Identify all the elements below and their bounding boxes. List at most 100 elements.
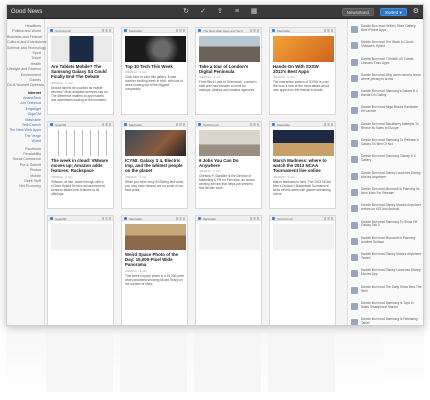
card-source[interactable]: Mashable [129,123,142,127]
card-thumbnail[interactable] [125,36,186,62]
article-card[interactable]: The Next Web Apps and Tech Take a tour of… [195,27,262,115]
article-card[interactable]: Mashable March Madness: where to watch th… [269,121,336,209]
source-icon [198,123,201,126]
card-source[interactable]: The Next Web Apps and Tech [203,29,243,33]
card-thumbnail[interactable] [51,224,112,250]
article-card[interactable]: TechCrunch [269,215,336,325]
card-source[interactable]: TechCrunch [55,29,71,33]
sidebar-item[interactable]: Do-It-Yourself Opinions [7,83,44,88]
card-thumbnail[interactable] [125,224,186,250]
activity-item[interactable]: Davide Bon read Disney Movies Anywhere a… [348,203,423,220]
card-title[interactable]: ICYMI: Galaxy S 4, Electric Imp, and the… [125,158,184,174]
share-icon[interactable]: ⇪ [216,8,224,16]
card-title[interactable]: Hands-On With SXSW 2013's Best Apps [273,64,332,74]
card-source[interactable]: Mashable [129,29,142,33]
card-title[interactable]: Take a tour of London's Digital Peninsul… [199,64,258,74]
activity-item[interactable]: Davide Bon read Hellie's Store Gallery: … [348,24,423,41]
card-thumbnail[interactable] [273,130,334,156]
card-action-icons[interactable] [102,217,111,220]
sidebar-item[interactable]: Lifestyle and Fashion [7,67,44,72]
activity-item[interactable]: Davide Bon read Ninja Blocks Hardware Ki… [348,105,423,122]
card-header: GigaOM [48,216,113,221]
activity-item[interactable]: Davide Bon read Microsoft Is Planning An… [348,236,423,253]
card-thumbnail[interactable] [273,36,334,62]
article-card[interactable]: Mashable Top 10 Tech This Week 4/9/2013 · … [121,27,188,115]
card-thumbnail[interactable] [51,130,112,156]
card-source[interactable]: GigaOM [55,123,66,127]
article-card[interactable]: Mashable ICYMI: Galaxy S 4, Electric Imp,… [121,121,188,209]
article-card[interactable]: TechCrunch Are Tablets Mobile? The Samsun… [47,27,114,115]
card-action-icons[interactable] [176,217,185,220]
gear-icon[interactable]: ⚙ [413,8,419,16]
card-title[interactable]: Top 10 Tech This Week [125,64,184,69]
card-action-icons[interactable] [102,123,111,126]
card-source[interactable]: TechCrunch [203,123,219,127]
card-action-icons[interactable] [250,123,259,126]
card-thumbnail[interactable] [199,224,260,250]
source-icon [50,123,53,126]
card-action-icons[interactable] [324,29,333,32]
article-card[interactable]: GigaOM [47,215,114,325]
avatar [351,286,358,294]
card-meta: 4/9/2013 · 2 min [51,80,73,85]
activity-item[interactable]: Davide Bon read The Daily Show Bets The … [348,285,423,302]
sidebar-item[interactable]: Cultural and Entertainment [7,40,50,45]
activity-item[interactable]: Davide Bon read Samsung To Show Off Gala… [348,220,423,237]
avatar [351,237,358,245]
sidebar-item[interactable]: Politics and World [7,29,44,34]
card-action-icons[interactable] [250,217,259,220]
card-source[interactable]: Mashable [277,123,290,127]
card-title[interactable]: Weird Space Photo of the Day: 15,000-Pix… [125,252,184,268]
grid-view-icon[interactable]: ▦ [250,8,258,16]
card-action-icons[interactable] [324,217,333,220]
activity-item[interactable]: Davide Bon read The Week in Cloud: VMwar… [348,40,423,57]
activity-item[interactable]: Davide Bon read Disney Launches Disney M… [348,171,423,188]
activity-item[interactable]: Davide Bon read Samsung Galaxy S 4 Galle… [348,154,423,171]
card-action-icons[interactable] [176,29,185,32]
card-source[interactable]: GigaOM [55,217,66,221]
sidebar-item[interactable]: Net Economy [7,184,44,189]
article-card[interactable]: Mashable Weird Space Photo of the Day: 15… [121,215,188,325]
activity-item[interactable]: Davide Bon read Samsung To Release A Gal… [348,138,423,155]
card-action-icons[interactable] [324,123,333,126]
activity-item[interactable]: Davide Bon read BlackBerry Attempts To R… [348,122,423,139]
activity-item[interactable]: Davide Bon read Disney Movies Anywhere T… [348,252,423,269]
card-excerpt: VMware, at last, came through with a vCl… [51,179,106,196]
card-title[interactable]: March Madness: where to watch the 2013 N… [273,158,332,174]
card-thumbnail[interactable] [51,36,112,62]
article-card[interactable]: Mashable [195,215,262,325]
refresh-icon[interactable]: ↻ [182,8,190,16]
card-action-icons[interactable] [176,123,185,126]
card-source[interactable]: TechCrunch [277,217,293,221]
activity-item[interactable]: Davide Bon read Why users need to know w… [348,73,423,90]
card-source[interactable]: Mashable [277,29,290,33]
sidebar-item[interactable]: Social Commerce [7,157,44,162]
article-card[interactable]: TechCrunch 6 Jobs You Can Do Anywhere 4/9/… [195,121,262,209]
card-thumbnail[interactable] [199,130,260,156]
card-thumbnail[interactable] [273,224,334,250]
activity-item[interactable]: Davide Bon read Samsung's Galaxy S 4 Han… [348,89,423,106]
list-view-icon[interactable]: ≡ [233,8,241,16]
card-thumbnail[interactable] [199,36,260,62]
activity-item[interactable]: Davide Bon read Microsoft Is Planning It… [348,187,423,204]
article-card[interactable]: GigaOM The week in cloud: VMware moves up… [47,121,114,209]
card-action-icons[interactable] [102,29,111,32]
card-title[interactable]: Are Tablets Mobile? The Samsung Galaxy S… [51,64,110,80]
card-source[interactable]: Mashable [203,217,216,221]
activity-item[interactable]: Davide Bon read 7 Mobile UX Career Lesso… [348,57,423,74]
toolbar-icons: ↻ ✓ ⇪ ≡ ▦ [182,8,258,16]
card-action-icons[interactable] [250,29,259,32]
activity-item[interactable]: Davide Bon read Samsung Is Releasing Tab… [348,317,423,325]
card-title[interactable]: The week in cloud: VMware moves up; Amaz… [51,158,110,174]
sort-dropdown[interactable]: Sorted ▾ [379,8,407,16]
activity-item[interactable]: Davide Bon read Samsung Is Tops In Sales… [348,301,423,318]
newsstand-button[interactable]: Newsstand [341,8,374,16]
card-source[interactable]: Mashable [129,217,142,221]
activity-item[interactable]: Davide Bon read Disney Launches Disney M… [348,268,423,285]
card-title[interactable]: 6 Jobs You Can Do Anywhere [199,158,258,168]
mark-read-icon[interactable]: ✓ [199,8,207,16]
card-header: Mashable [270,122,335,127]
avatar [351,123,358,131]
article-card[interactable]: Mashable Hands-On With SXSW 2013's Best A… [269,27,336,115]
card-thumbnail[interactable] [125,130,186,156]
